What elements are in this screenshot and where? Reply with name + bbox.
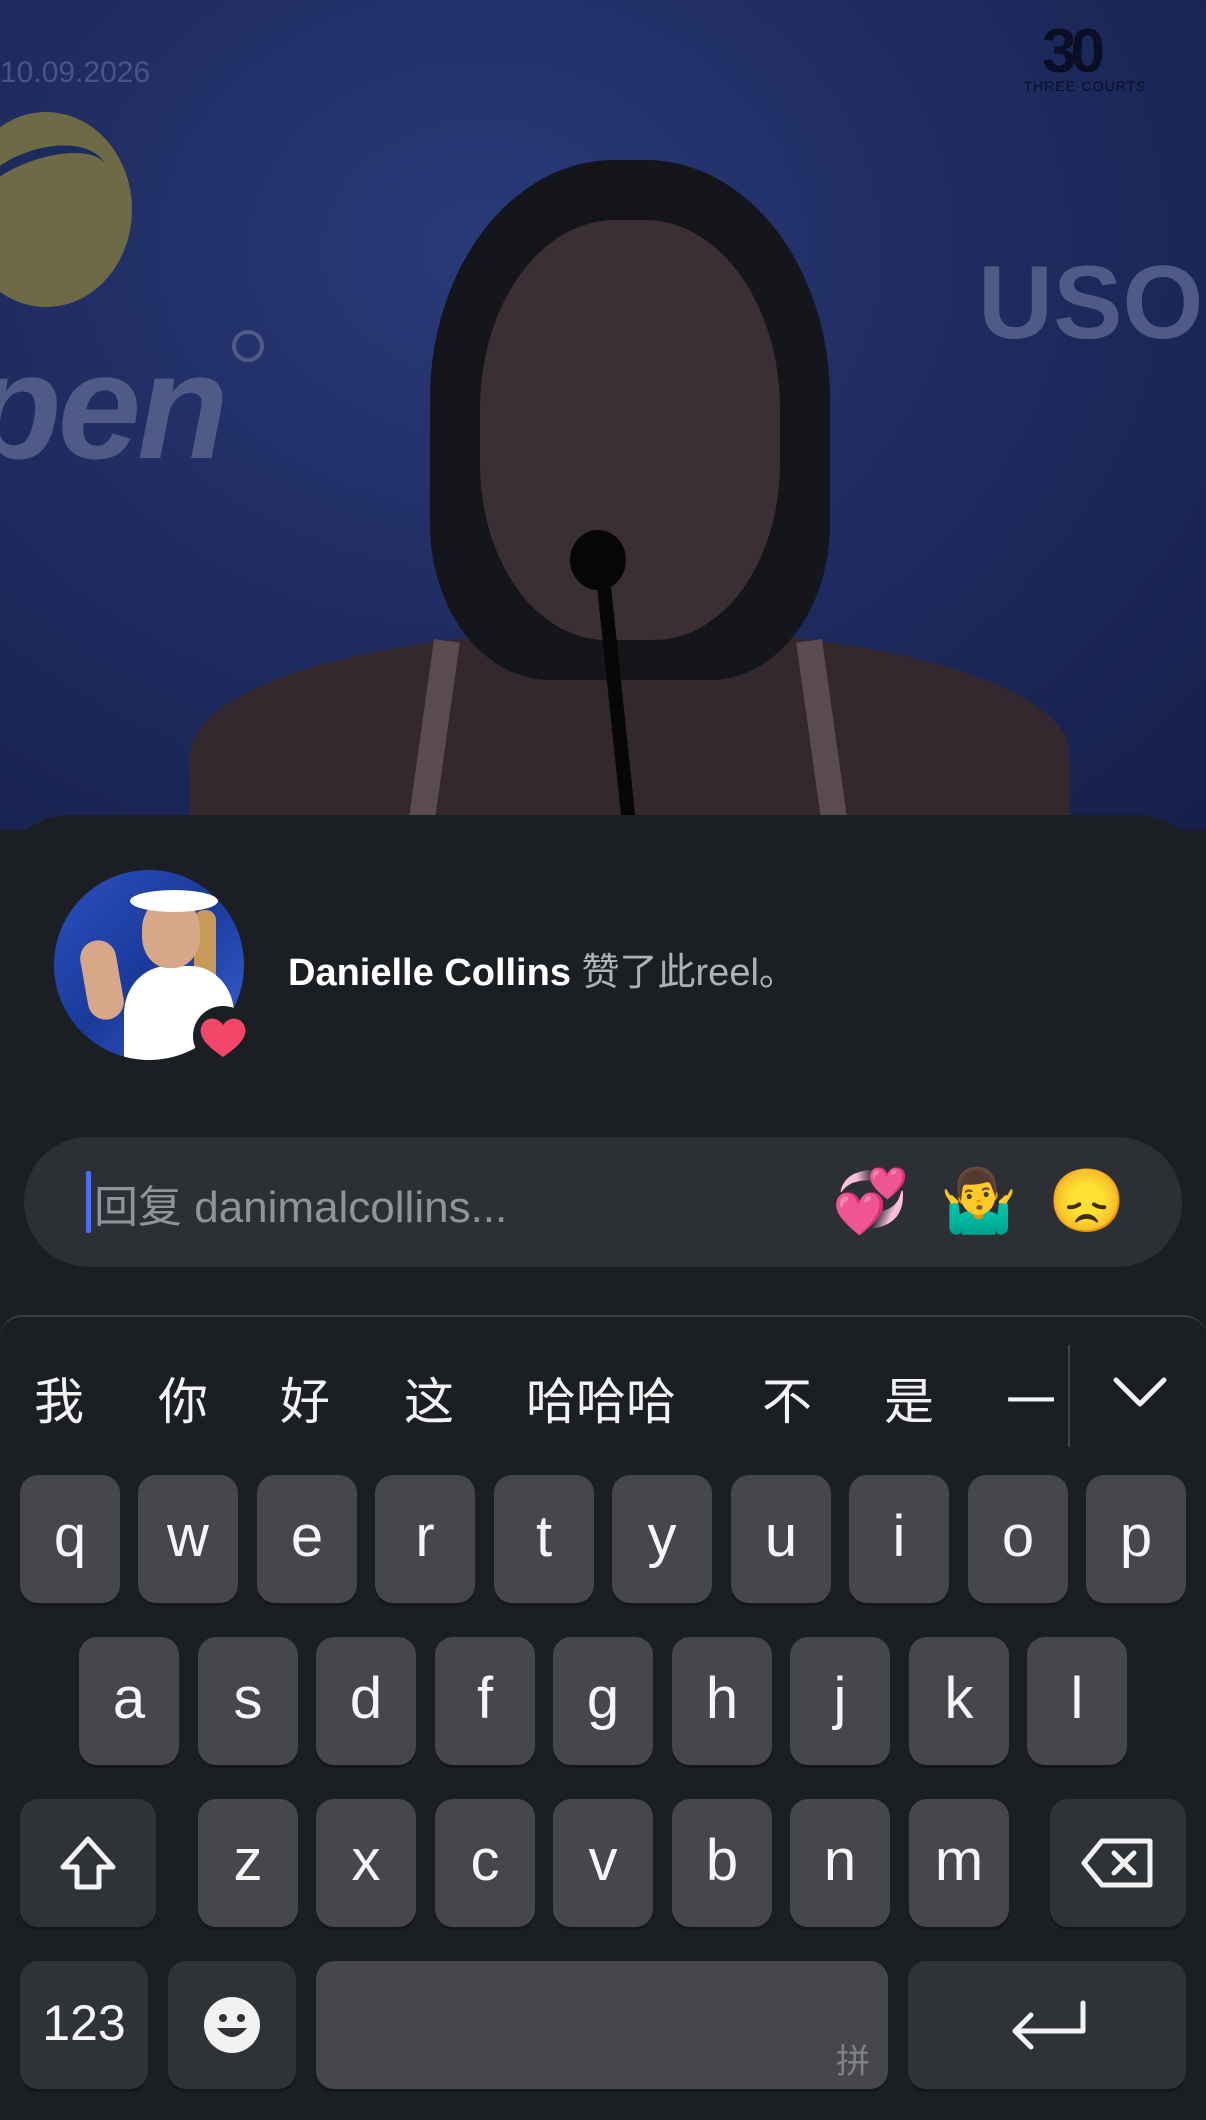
candidate-word[interactable]: 我 xyxy=(34,1362,84,1434)
key-v[interactable]: v xyxy=(553,1799,653,1927)
key-e[interactable]: e xyxy=(257,1475,357,1603)
key-x[interactable]: x xyxy=(316,1799,416,1927)
key-i[interactable]: i xyxy=(849,1475,949,1603)
candidate-word[interactable]: 一 xyxy=(1006,1362,1056,1434)
quick-emoji-shrug[interactable]: 🤷‍♂️ xyxy=(938,1161,1020,1243)
key-y[interactable]: y xyxy=(612,1475,712,1603)
key-j[interactable]: j xyxy=(790,1637,890,1765)
key-c[interactable]: c xyxy=(435,1799,535,1927)
candidate-divider xyxy=(1068,1345,1070,1447)
channel-logo: 30 THREE·COURTS xyxy=(1020,17,1150,102)
liker-name[interactable]: Danielle Collins xyxy=(288,952,571,994)
key-q[interactable]: q xyxy=(20,1475,120,1603)
key-u[interactable]: u xyxy=(731,1475,831,1603)
key-p[interactable]: p xyxy=(1086,1475,1186,1603)
candidate-word[interactable]: 你 xyxy=(158,1362,208,1434)
numbers-key[interactable]: 123 xyxy=(20,1961,148,2089)
key-s[interactable]: s xyxy=(198,1637,298,1765)
key-t[interactable]: t xyxy=(494,1475,594,1603)
date-watermark: 10.09.2026 xyxy=(0,56,151,89)
return-key[interactable] xyxy=(908,1961,1186,2089)
key-k[interactable]: k xyxy=(909,1637,1009,1765)
pinyin-hint: 拼 xyxy=(836,2043,870,2081)
like-notification: Danielle Collins 赞了此reel。 xyxy=(288,941,797,996)
quick-emoji-disappointed[interactable]: 😞 xyxy=(1046,1161,1128,1243)
chevron-down-icon[interactable] xyxy=(1108,1370,1172,1414)
reply-input[interactable]: 回复 danimalcollins... 💞 🤷‍♂️ 😞 xyxy=(24,1137,1182,1267)
key-g[interactable]: g xyxy=(553,1637,653,1765)
emoji-key[interactable] xyxy=(168,1961,296,2089)
space-key[interactable]: 拼 xyxy=(316,1961,888,2089)
reply-placeholder: 回复 danimalcollins... xyxy=(94,1183,508,1232)
keyboard-top-edge xyxy=(0,1315,1206,1337)
key-l[interactable]: l xyxy=(1027,1637,1127,1765)
shift-key[interactable] xyxy=(20,1799,156,1927)
avatar-visor xyxy=(130,890,218,912)
shift-icon xyxy=(60,1836,116,1890)
key-n[interactable]: n xyxy=(790,1799,890,1927)
text-cursor xyxy=(86,1171,91,1233)
candidate-word[interactable]: 这 xyxy=(404,1362,454,1434)
emoji-icon xyxy=(204,1997,260,2053)
player-face xyxy=(480,220,780,640)
logo-number: 30 xyxy=(1042,17,1105,86)
key-o[interactable]: o xyxy=(968,1475,1068,1603)
return-icon xyxy=(1012,2000,1086,2050)
quick-emoji-hearts[interactable]: 💞 xyxy=(830,1161,912,1243)
key-r[interactable]: r xyxy=(375,1475,475,1603)
key-w[interactable]: w xyxy=(138,1475,238,1603)
candidate-word[interactable]: 不 xyxy=(762,1362,812,1434)
video-background: 10.09.2026 30 THREE·COURTS pen USO xyxy=(0,0,1206,830)
logo-subtitle: THREE·COURTS xyxy=(1023,78,1147,94)
player-figure xyxy=(190,160,1070,830)
avatar-arm xyxy=(77,937,127,1023)
candidate-word[interactable]: 是 xyxy=(884,1362,934,1434)
key-h[interactable]: h xyxy=(672,1637,772,1765)
key-b[interactable]: b xyxy=(672,1799,772,1927)
key-f[interactable]: f xyxy=(435,1637,535,1765)
backspace-icon xyxy=(1081,1838,1153,1888)
like-action-text: 赞了此reel。 xyxy=(581,952,797,994)
key-d[interactable]: d xyxy=(316,1637,416,1765)
key-z[interactable]: z xyxy=(198,1799,298,1927)
key-m[interactable]: m xyxy=(909,1799,1009,1927)
heart-icon xyxy=(193,1006,253,1066)
candidate-word[interactable]: 哈哈哈 xyxy=(526,1362,676,1434)
delete-key[interactable] xyxy=(1050,1799,1186,1927)
candidate-word[interactable]: 好 xyxy=(280,1362,330,1434)
key-a[interactable]: a xyxy=(79,1637,179,1765)
